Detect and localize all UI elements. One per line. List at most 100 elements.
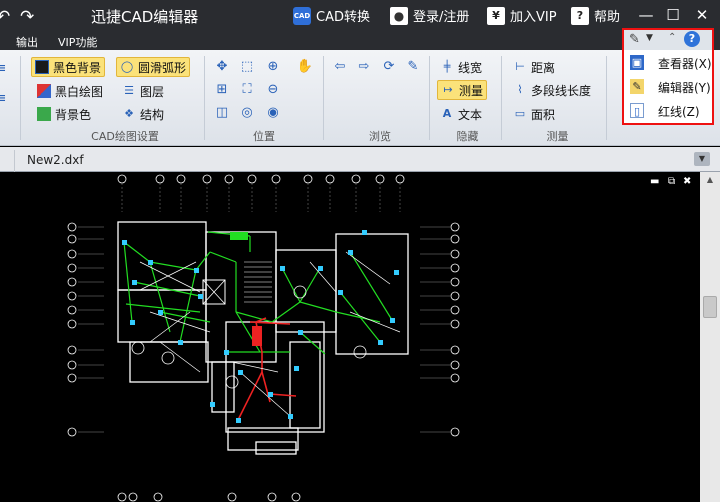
bg-color-icon [37,107,51,121]
edit-view-icon[interactable]: ✎ [404,58,422,76]
zoom-out-icon[interactable]: ⊖ [264,81,282,99]
undo-icon[interactable]: ↶ [0,7,10,27]
back-arrow-icon[interactable]: ⇦ [331,58,349,76]
wire-white [345,251,391,285]
line-width-label: 线宽 [458,60,483,75]
wire-green [339,291,381,343]
app-window: ↶ ↷ 迅捷CAD编辑器 CAD CAD转换 ● 登录/注册 ¥ 加入VIP ?… [0,0,720,502]
black-background-button[interactable]: 黑色背景 [31,57,106,77]
measure-toggle-button[interactable]: ↦ 测量 [437,80,488,100]
collapse-ribbon-icon[interactable]: ⌃ [668,32,676,43]
axis-bubble-right [450,360,460,370]
close-icon[interactable]: ✕ [693,6,711,24]
axis-bubble-left [67,249,77,259]
ribbon-separator [204,56,205,140]
axis-bubble-left [67,222,77,232]
fixture-symbol [122,240,127,245]
dropdown-item-viewer[interactable]: ▣ 查看器(X) [624,52,712,74]
structure-button[interactable]: ❖ 结构 [119,104,167,124]
scroll-up-icon[interactable]: ▲ [700,172,720,188]
vertical-scrollbar[interactable]: ▲ [700,172,720,502]
axis-bubble-left [67,345,77,355]
axis-bubble-right [450,291,460,301]
pan-icon[interactable]: ✥ [213,58,231,76]
fixture-symbol [378,340,383,345]
refresh-icon[interactable]: ⟳ [380,58,398,76]
text-button[interactable]: A 文本 [437,104,485,124]
layers-label: 图层 [140,84,165,99]
distance-button[interactable]: ⊢ 距离 [510,57,558,77]
edit-mode-icon[interactable]: ✎ [629,32,640,47]
polyline-length-button[interactable]: ⌇ 多段线长度 [510,80,594,100]
layers-button[interactable]: ☰ 图层 [119,81,167,101]
fixture-symbol [318,266,323,271]
axis-bubble-top [202,174,212,184]
hand-icon[interactable]: ✋ [296,58,314,76]
tab-new2-dxf[interactable]: New2.dxf [14,150,96,172]
polyline-length-label: 多段线长度 [531,83,592,98]
line-width-button[interactable]: ╪ 线宽 [437,57,485,77]
login-button[interactable]: ● 登录/注册 [390,6,469,25]
fixture-symbol [298,330,303,335]
wall-segment [211,361,235,413]
axis-bubble-right [450,249,460,259]
fit-icon[interactable]: ⊞ [213,81,231,99]
bw-draw-button[interactable]: 黑白绘图 [34,81,106,101]
orbit-icon[interactable]: ◉ [264,104,282,122]
bg-color-button[interactable]: 背景色 [34,104,94,124]
previous-view-icon[interactable]: ◫ [213,104,231,122]
zoom-window-icon[interactable]: ⬚ [238,58,256,76]
chevron-down-icon[interactable]: ▼ [646,33,653,43]
axis-bubble-left [67,277,77,287]
fixture-symbol [362,230,367,235]
axis-bubble-top [303,174,313,184]
axis-bubble-right [450,222,460,232]
fixture-symbol [390,318,395,323]
realtime-zoom-icon[interactable]: ◎ [238,104,256,122]
area-button[interactable]: ▭ 面积 [510,104,558,124]
maximize-icon[interactable]: ☐ [664,6,682,24]
smooth-arc-button[interactable]: ◯ 圆滑弧形 [116,57,191,77]
redo-icon[interactable]: ↷ [20,7,34,27]
wire-green [209,251,237,263]
axis-bubble-left [67,427,77,437]
help-button[interactable]: ? 帮助 [571,6,620,25]
text-icon: A [442,107,452,120]
wall-segment [227,427,299,451]
wall-segment [255,441,297,455]
black-bg-label: 黑色背景 [53,60,102,75]
drawing-canvas[interactable] [0,172,720,502]
help-circle-icon[interactable]: ? [684,31,700,47]
minimize-icon[interactable]: — [637,6,655,24]
canvas-minimize-icon[interactable]: ▬ [650,176,659,187]
scroll-thumb[interactable] [703,296,717,318]
clipped-left-icon[interactable]: ≡ [0,60,10,78]
menu-item-output[interactable]: 输出 [16,34,38,50]
forward-arrow-icon[interactable]: ⇨ [355,58,373,76]
tab-list-chevron-icon[interactable]: ▼ [694,152,710,166]
bg-color-label: 背景色 [55,107,92,122]
axis-bubble-left [67,360,77,370]
wire-green [299,331,326,355]
axis-bubble-right [450,427,460,437]
canvas-close-icon[interactable]: ✖ [683,176,691,187]
dropdown-item-editor[interactable]: ✎ 编辑器(Y) [624,76,712,98]
axis-bubble-top [155,174,165,184]
menu-item-vip[interactable]: VIP功能 [58,34,97,50]
extents-icon[interactable]: ⛶ [238,81,256,99]
mode-dropdown: ✎ ▼ ⌃ ? ▣ 查看器(X) ✎ 编辑器(Y) ▯ 红线(Z) [622,28,714,125]
fixture-symbol [294,366,299,371]
zoom-in-icon[interactable]: ⊕ [264,58,282,76]
axis-bubble-top [176,174,186,184]
dropdown-item-redline[interactable]: ▯ 红线(Z) [624,100,712,122]
axis-bubble-top [395,174,405,184]
cad-convert-button[interactable]: CAD CAD转换 [293,6,370,25]
ribbon-separator [429,56,430,140]
axis-bubble-bottom [153,492,163,502]
fixture-symbol [178,340,183,345]
vip-button[interactable]: ¥ 加入VIP [487,6,557,25]
clipped-left-icon-2[interactable]: ≡ [0,90,10,108]
fixture-symbol [288,414,293,419]
axis-bubble-left [67,305,77,315]
canvas-restore-icon[interactable]: ⧉ [668,176,675,187]
